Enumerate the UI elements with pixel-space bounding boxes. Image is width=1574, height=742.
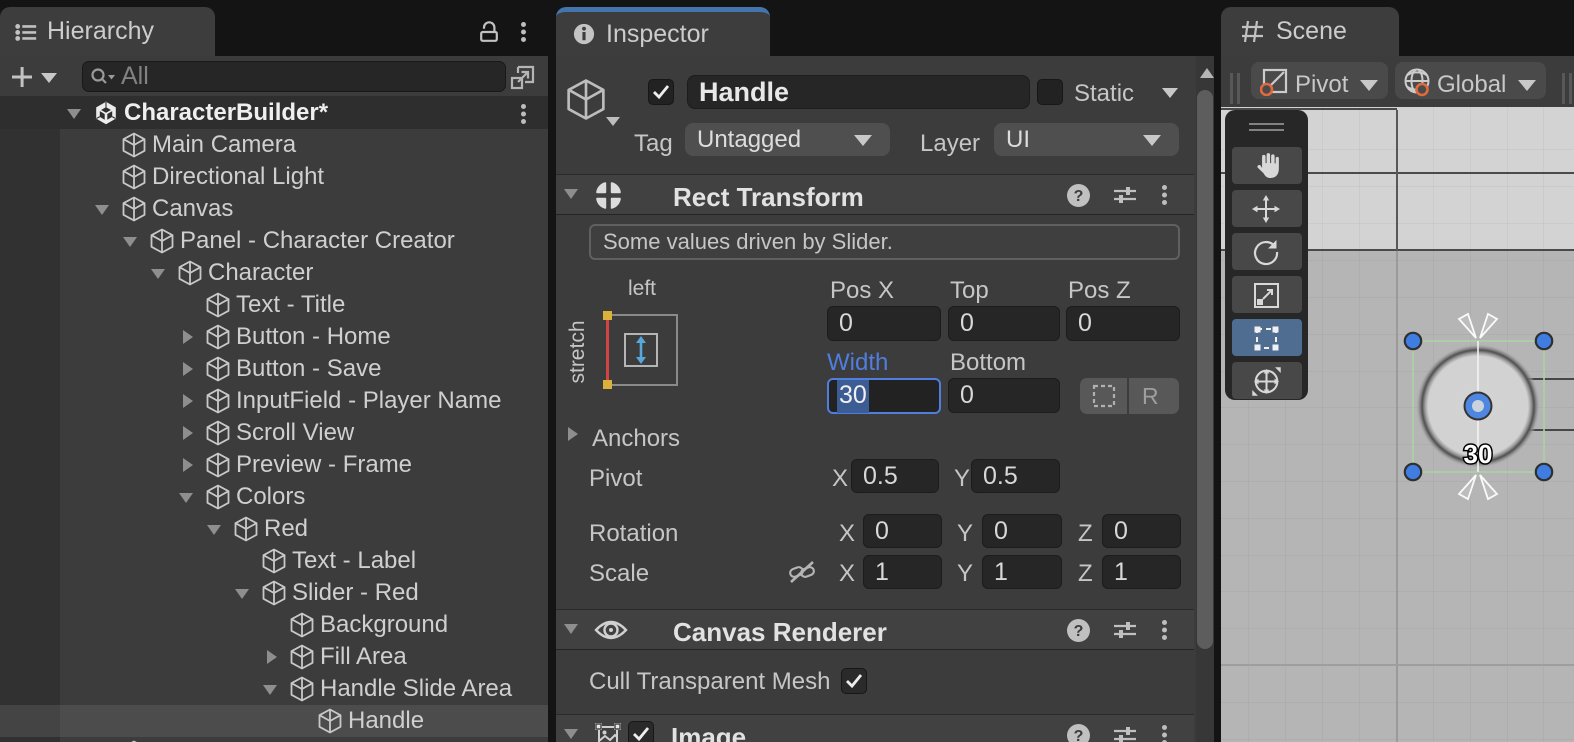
svg-text:?: ?	[1074, 623, 1084, 640]
svg-text:?: ?	[1074, 728, 1084, 742]
svg-text:?: ?	[1074, 188, 1084, 205]
svg-text:30: 30	[1464, 439, 1493, 469]
